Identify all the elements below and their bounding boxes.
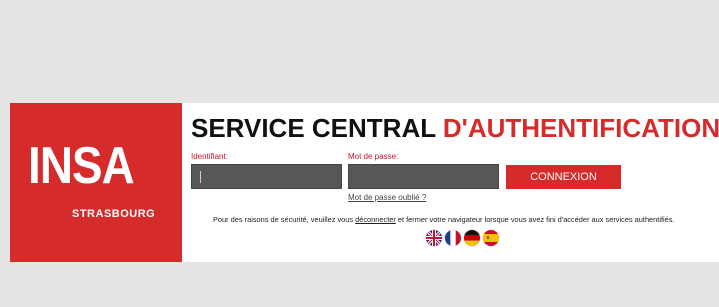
text-caret — [200, 171, 201, 183]
language-selector — [426, 230, 499, 246]
notice-text-before: Pour des raisons de sécurité, veuillez v… — [213, 215, 356, 224]
notice-text-after: et fermer votre navigateur lorsque vous … — [395, 215, 675, 224]
logo-main-text: INSA — [28, 137, 135, 195]
security-notice: Pour des raisons de sécurité, veuillez v… — [213, 215, 675, 224]
insa-logo: INSA STRASBOURG — [10, 103, 182, 262]
username-input[interactable] — [191, 164, 342, 189]
login-panel: INSA STRASBOURG SERVICE CENTRAL D'AUTHEN… — [10, 103, 719, 262]
forgot-password-link[interactable]: Mot de passe oublié ? — [348, 193, 426, 202]
germany-flag-icon[interactable] — [464, 230, 480, 246]
france-flag-icon[interactable] — [445, 230, 461, 246]
connexion-button[interactable]: CONNEXION — [506, 165, 621, 189]
logo-sub-text: STRASBOURG — [72, 208, 156, 220]
page-title: SERVICE CENTRAL D'AUTHENTIFICATION — [191, 113, 719, 143]
uk-flag-icon[interactable] — [426, 230, 442, 246]
username-label: Identifiant: — [191, 152, 228, 161]
spain-flag-icon[interactable] — [483, 230, 499, 246]
password-input[interactable] — [348, 164, 499, 189]
title-part-1: SERVICE CENTRAL — [191, 113, 443, 143]
title-part-2: D'AUTHENTIFICATION — [442, 113, 719, 143]
logout-link[interactable]: déconnecter — [355, 215, 396, 224]
password-label: Mot de passe: — [348, 152, 399, 161]
